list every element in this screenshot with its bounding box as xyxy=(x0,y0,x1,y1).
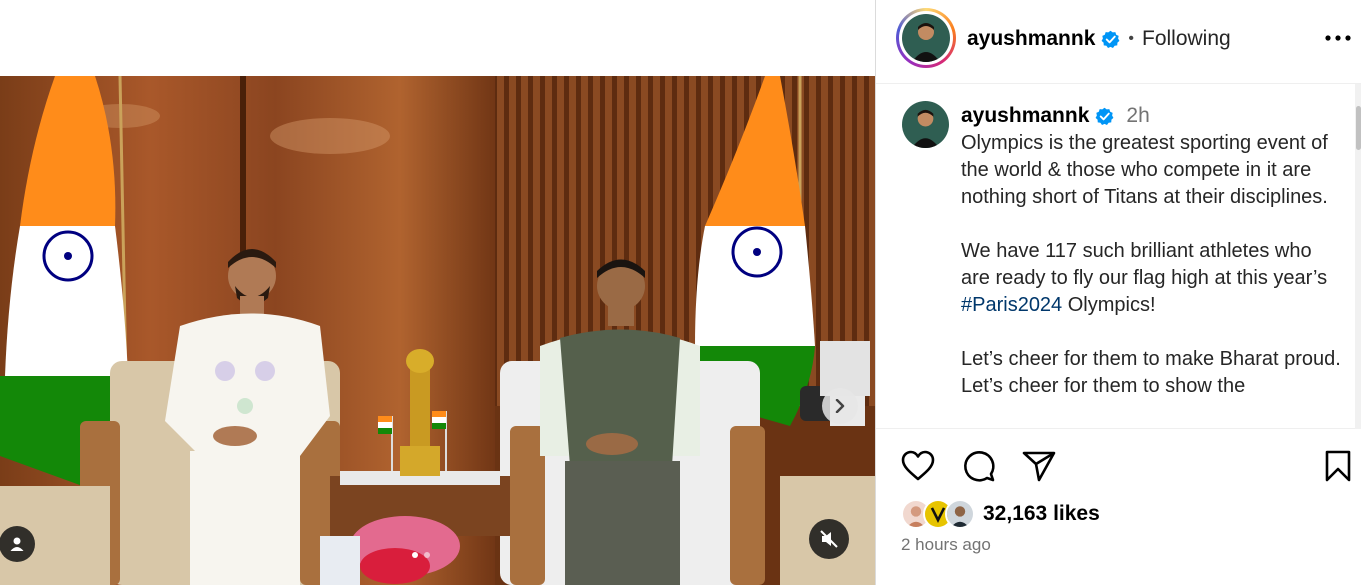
post-timestamp[interactable]: 2 hours ago xyxy=(901,535,991,555)
save-button[interactable] xyxy=(1318,446,1358,486)
post-media[interactable] xyxy=(0,76,875,585)
author-avatar xyxy=(902,14,950,62)
comment-button[interactable] xyxy=(959,446,999,486)
post-photo xyxy=(0,76,875,585)
likes-row: 32,163 likes xyxy=(901,498,1100,530)
caption-scrollbar[interactable] xyxy=(1355,84,1361,429)
next-slide-button[interactable] xyxy=(822,388,858,424)
hashtag-link[interactable]: #Paris2024 xyxy=(961,294,1062,316)
chevron-right-icon xyxy=(835,399,845,413)
verified-badge-icon xyxy=(1101,30,1120,48)
caption-text-span: Olympics! xyxy=(1062,294,1156,316)
speaker-muted-icon xyxy=(820,530,838,548)
mute-toggle-button[interactable] xyxy=(809,519,849,559)
media-top-blank xyxy=(0,0,875,76)
caption-paragraph: We have 117 such brilliant athletes who … xyxy=(961,238,1341,319)
post-header: ayushmannk • Following xyxy=(876,0,1361,84)
caption-timestamp[interactable]: 2h xyxy=(1126,104,1149,128)
liker-avatar[interactable] xyxy=(945,499,975,529)
likes-count[interactable]: 32,163 likes xyxy=(983,502,1100,526)
caption-paragraph: Let’s cheer for them to make Bharat prou… xyxy=(961,348,1341,397)
caption-text: Olympics is the greatest sporting event … xyxy=(961,130,1341,427)
bookmark-icon xyxy=(1325,450,1351,482)
more-horizontal-icon xyxy=(1325,35,1351,41)
header-username[interactable]: ayushmannk xyxy=(967,27,1095,51)
author-avatar-ring[interactable] xyxy=(896,8,956,68)
share-button[interactable] xyxy=(1019,446,1059,486)
action-bar xyxy=(876,446,1361,490)
scrollbar-thumb[interactable] xyxy=(1356,106,1361,150)
caption-area: ayushmannk 2h Olympics is the greatest s… xyxy=(876,84,1356,429)
carousel-indicator xyxy=(412,552,430,558)
caption-author-avatar[interactable] xyxy=(902,101,949,148)
caption-paragraph: Olympics is the greatest sporting event … xyxy=(961,132,1328,208)
comment-icon xyxy=(964,451,995,482)
heart-icon xyxy=(901,450,935,481)
caption-header: ayushmannk 2h xyxy=(961,104,1150,128)
caption-username[interactable]: ayushmannk xyxy=(961,104,1089,128)
header-user-row: ayushmannk • Following xyxy=(967,27,1231,51)
like-button[interactable] xyxy=(898,446,938,486)
post-panel: ayushmannk • Following ayushmannk 2h Oly… xyxy=(875,0,1361,585)
header-separator: • xyxy=(1128,30,1134,47)
carousel-dot-active xyxy=(412,552,418,558)
share-icon xyxy=(1022,451,1056,482)
carousel-dot xyxy=(424,552,430,558)
more-options-button[interactable] xyxy=(1324,28,1352,48)
caption-text-span: We have 117 such brilliant athletes who … xyxy=(961,240,1328,289)
user-tag-icon xyxy=(10,537,24,551)
follow-status-button[interactable]: Following xyxy=(1142,27,1231,51)
verified-badge-icon xyxy=(1095,107,1114,125)
